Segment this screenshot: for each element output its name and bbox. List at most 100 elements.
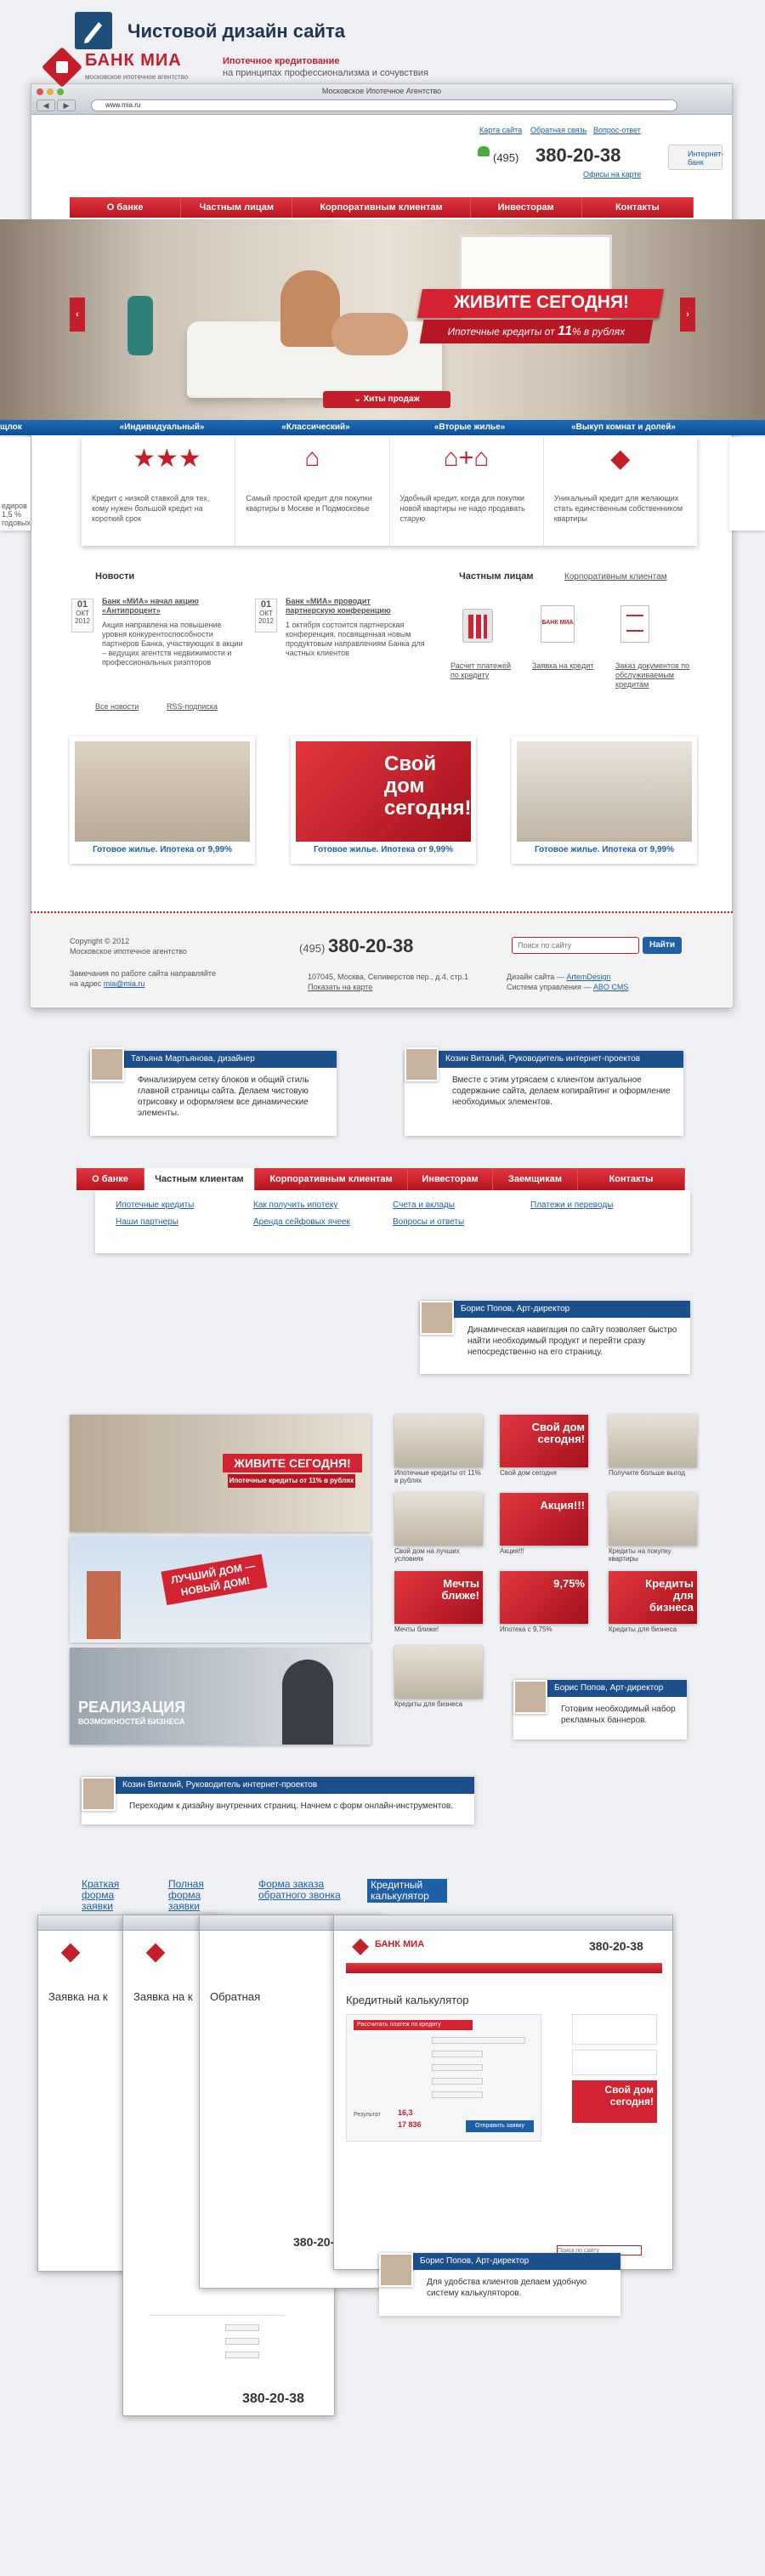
mega-link[interactable]: Платежи и переводы — [530, 1200, 613, 1210]
forward-arrow-icon[interactable]: ▶ — [57, 99, 76, 111]
promo-card[interactable]: Свой дом сегодня! Готовое жилье. Ипотека … — [291, 736, 476, 864]
tab-edge-left[interactable]: щлок — [0, 420, 26, 435]
mega-link[interactable]: Ипотечные кредиты — [116, 1200, 194, 1210]
url-field[interactable]: www.mia.ru — [91, 99, 677, 111]
result-label: Результат — [354, 2112, 381, 2118]
footer-cms-link[interactable]: ABO CMS — [593, 983, 629, 991]
private-tab[interactable]: Частным лицам — [459, 571, 533, 582]
banner-large[interactable]: ЖИВИТЕ СЕГОДНЯ! Ипотечные кредиты от 11%… — [70, 1415, 371, 1532]
promo-card[interactable]: Готовое жилье. Ипотека от 9,99% — [70, 736, 255, 864]
nav-private[interactable]: Частным лицам — [181, 197, 293, 218]
footer-org: Московское ипотечное агентство — [70, 947, 187, 956]
promo-big-text: Свой дом сегодня! — [384, 752, 472, 820]
mnav-about[interactable]: О банке — [76, 1168, 144, 1190]
tab-full-form[interactable]: Полная форма заявки — [168, 1879, 219, 1912]
all-news-link[interactable]: Все новости — [95, 702, 139, 712]
tab-credit-calculator[interactable]: Кредитный калькулятор — [367, 1879, 447, 1903]
avatar — [420, 1301, 454, 1335]
mnav-borrowers[interactable]: Заемщикам — [493, 1168, 578, 1190]
faq-link[interactable]: Вопрос-ответ — [593, 126, 641, 134]
nav-contacts[interactable]: Контакты — [582, 197, 694, 218]
main-nav: О банке Частным лицам Корпоративным клие… — [70, 197, 694, 218]
banner-small[interactable]: Кредиты для бизнеса — [609, 1571, 697, 1624]
corporate-tab[interactable]: Корпоративным клиентам — [564, 572, 667, 582]
footer-address: 107045, Москва, Селиверстов пер., д.4, с… — [308, 973, 469, 981]
footer-email-link[interactable]: mia@mia.ru — [104, 979, 145, 988]
phone-number: 380-20-38 — [536, 145, 621, 166]
banner-small[interactable]: Мечты ближе! — [394, 1571, 483, 1624]
promo-card[interactable]: Готовое жилье. Ипотека от 9,99% — [512, 736, 697, 864]
product-card[interactable]: ⌂+⌂ Удобный кредит, когда для покупки нов… — [390, 437, 544, 546]
banner-large[interactable]: РЕАЛИЗАЦИЯ ВОЗМОЖНОСТЕЙ БИЗНЕСА — [70, 1648, 371, 1745]
product-card[interactable]: ⌂ Самый простой кредит для покупки кварти… — [235, 437, 390, 546]
banner-small[interactable] — [394, 1493, 483, 1546]
mega-link[interactable]: Как получить ипотеку — [253, 1200, 337, 1210]
inner-page-title: Обратная — [210, 1990, 261, 2003]
promo-image — [75, 741, 250, 842]
nav-about[interactable]: О банке — [70, 197, 182, 218]
result-value: 17 836 — [398, 2120, 422, 2129]
browser-toolbar: Московское Ипотечное Агентство ◀ ▶ www.m… — [31, 84, 732, 115]
footer-map-link[interactable]: Показать на карте — [308, 983, 372, 992]
mnav-private[interactable]: Частным клиентам — [144, 1168, 255, 1190]
comment-text: Для удобства клиентов делаем удобную сис… — [427, 2278, 587, 2298]
apply-button[interactable]: Отправить заявку — [466, 2120, 534, 2132]
news-headline[interactable]: Банк «МИА» начал акцию «Антипроцент» — [102, 597, 238, 616]
businessman-image — [282, 1660, 333, 1745]
documents-icon[interactable] — [620, 605, 649, 643]
phone-prefix: (495) — [493, 151, 519, 164]
mnav-investors[interactable]: Инвесторам — [408, 1168, 493, 1190]
calculator-icon[interactable] — [462, 609, 493, 643]
tab-short-form[interactable]: Краткая форма заявки — [82, 1879, 144, 1912]
news-headline[interactable]: Банк «МИА» проводит партнерскую конферен… — [286, 597, 422, 616]
comment-author: Козин Виталий, Руководитель интернет-про… — [439, 1051, 683, 1068]
back-arrow-icon[interactable]: ◀ — [37, 99, 55, 111]
mega-link[interactable]: Вопросы и ответы — [393, 1217, 464, 1227]
mega-dropdown: Ипотечные кредиты Наши партнеры Как полу… — [95, 1190, 690, 1253]
mega-link[interactable]: Наши партнеры — [116, 1217, 178, 1227]
tab-room-buyout[interactable]: «Выкуп комнат и долей» — [547, 420, 700, 435]
mnav-contacts[interactable]: Контакты — [578, 1168, 685, 1190]
feedback-link[interactable]: Обратная связь — [530, 126, 586, 134]
nav-corporate[interactable]: Корпоративным клиентам — [292, 197, 471, 218]
mega-link[interactable]: Счета и вклады — [393, 1200, 455, 1210]
banner-small[interactable]: 9,75% — [500, 1571, 588, 1624]
tab-individual[interactable]: «Индивидуальный» — [85, 420, 239, 435]
mega-link[interactable]: Аренда сейфовых ячеек — [253, 1217, 350, 1227]
mnav-corporate[interactable]: Корпоративным клиентам — [255, 1168, 408, 1190]
products-row: ★★★ Кредит с низкой ставкой для тех, кому… — [82, 437, 697, 546]
banner-large[interactable]: ЛУЧШИЙ ДОМ — НОВЫЙ ДОМ! — [70, 1537, 371, 1643]
tagline: Ипотечное кредитование — [223, 56, 340, 66]
offices-link[interactable]: Офисы на карте — [583, 170, 641, 179]
calc-header[interactable]: Рассчитать платеж по кредиту — [354, 2020, 473, 2030]
sitemap-link[interactable]: Карта сайта — [479, 126, 522, 134]
avatar — [90, 1047, 124, 1081]
loan-request-link[interactable]: Заявка на кредит — [532, 661, 600, 671]
banner-small[interactable]: Свой дом сегодня! — [500, 1415, 588, 1467]
banner-small[interactable]: Акция!!! — [500, 1493, 588, 1546]
payment-calc-link[interactable]: Расчет платежей по кредиту — [450, 661, 518, 680]
calc-promo[interactable]: Свой дом сегодня! — [572, 2080, 657, 2123]
banner-small[interactable] — [609, 1493, 697, 1546]
tab-callback-form[interactable]: Форма заказа обратного звонка — [258, 1879, 352, 1901]
footer-design-link[interactable]: ArtemDesign — [566, 973, 610, 981]
hits-label[interactable]: ⌄ Хиты продаж — [323, 391, 450, 408]
nav-investors[interactable]: Инвесторам — [471, 197, 582, 218]
bank-form-icon[interactable]: БАНК МИА — [541, 605, 575, 643]
avatar — [82, 1777, 116, 1811]
banner-small[interactable] — [394, 1415, 483, 1467]
tab-second-home[interactable]: «Вторые жилье» — [393, 420, 547, 435]
product-card[interactable]: ◆ Уникальный кредит для желающих стать ед… — [544, 437, 697, 546]
product-card[interactable]: ★★★ Кредит с низкой ставкой для тех, кому… — [82, 437, 236, 546]
search-input[interactable] — [512, 937, 639, 954]
banner-small[interactable] — [609, 1415, 697, 1467]
search-button[interactable]: Найти — [643, 937, 682, 954]
inner-page-title: Заявка на к — [48, 1990, 108, 2003]
rss-link[interactable]: RSS-подписка — [167, 702, 218, 712]
internet-bank-button[interactable]: Интернет-банк — [668, 145, 723, 170]
tab-classic[interactable]: «Классический» — [239, 420, 393, 435]
hero-prev-arrow-icon[interactable]: ‹ — [70, 298, 85, 332]
docs-order-link[interactable]: Заказ документов по обслуживаемым кредит… — [615, 661, 692, 689]
hero-next-arrow-icon[interactable]: › — [680, 298, 695, 332]
banner-small[interactable] — [394, 1646, 483, 1699]
